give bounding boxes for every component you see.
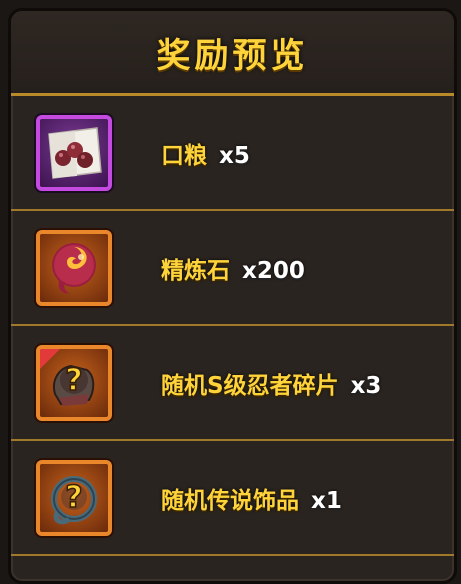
reward-name: 精炼石: [161, 257, 230, 284]
reward-label: 口粮 x5: [161, 136, 250, 170]
svg-text:?: ?: [65, 480, 82, 515]
reward-row: ? 随机S级忍者碎片 x3: [11, 326, 454, 441]
reward-quantity: x1: [311, 487, 342, 514]
panel-header: 奖励预览: [11, 11, 454, 96]
reward-row: 精炼石 x200: [11, 211, 454, 326]
reward-quantity: x5: [219, 142, 250, 169]
reward-name: 随机S级忍者碎片: [161, 372, 339, 399]
reward-preview-panel: 奖励预览 口粮 x5 精炼石 x200 ? 随机S级忍者碎片 x3 ? 随机传说…: [8, 8, 457, 584]
reward-quantity: x200: [242, 257, 305, 284]
svg-text:?: ?: [65, 363, 82, 398]
ration-icon[interactable]: [36, 114, 112, 191]
panel-title: 奖励预览: [156, 35, 309, 76]
reward-label: 随机传说饰品 x1: [161, 481, 342, 515]
shard-corner-badge: [40, 348, 60, 369]
random-ninja-shard-icon[interactable]: ?: [36, 344, 112, 421]
reward-name: 口粮: [161, 142, 207, 169]
reward-name: 随机传说饰品: [161, 487, 299, 514]
reward-quantity: x3: [350, 372, 382, 399]
reward-row: ? 随机传说饰品 x1: [11, 441, 454, 556]
reward-label: 随机S级忍者碎片 x3: [161, 366, 381, 400]
random-legendary-accessory-icon[interactable]: ?: [36, 459, 112, 536]
reward-label: 精炼石 x200: [161, 251, 305, 285]
reward-row: 口粮 x5: [11, 96, 454, 211]
refining-stone-icon[interactable]: [36, 229, 112, 306]
